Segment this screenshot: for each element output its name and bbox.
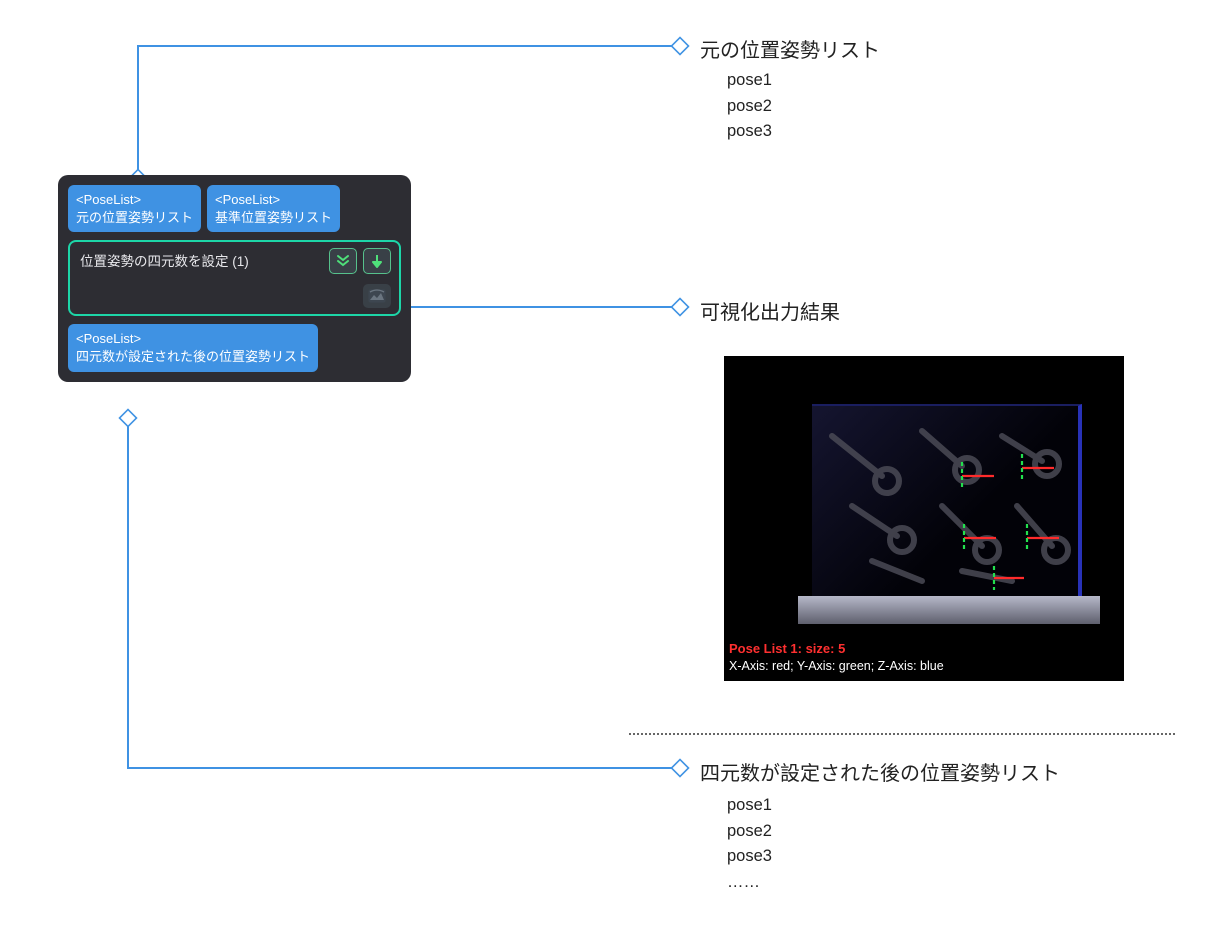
callout-original-title: 元の位置姿勢リスト (700, 34, 880, 63)
viz-scene (812, 404, 1082, 596)
viz-objects-icon (812, 406, 1082, 598)
image-preview-icon (368, 289, 386, 303)
list-item: pose3 (727, 844, 772, 870)
callout-output-list: pose1 pose2 pose3 …… (727, 793, 772, 895)
step-action-buttons (329, 248, 391, 274)
port-type-label: <PoseList> (215, 191, 332, 209)
list-item: pose2 (727, 819, 772, 845)
list-item: pose1 (727, 793, 772, 819)
run-button[interactable] (363, 248, 391, 274)
list-item: pose2 (727, 94, 772, 120)
step-node-panel: <PoseList> 元の位置姿勢リスト <PoseList> 基準位置姿勢リス… (58, 175, 411, 382)
output-port[interactable]: <PoseList> 四元数が設定された後の位置姿勢リスト (68, 324, 318, 372)
callout-output-title: 四元数が設定された後の位置姿勢リスト (700, 757, 1060, 786)
divider (629, 733, 1175, 735)
step-body[interactable]: 位置姿勢の四元数を設定 (1) (68, 240, 401, 316)
viz-axis-info: X-Axis: red; Y-Axis: green; Z-Axis: blue (729, 659, 944, 673)
input-port-reference[interactable]: <PoseList> 基準位置姿勢リスト (207, 185, 340, 232)
callout-original-list: pose1 pose2 pose3 (727, 68, 772, 145)
list-item: pose1 (727, 68, 772, 94)
port-label: 元の位置姿勢リスト (76, 209, 193, 227)
arrow-down-icon (371, 254, 383, 268)
callout-visual-title: 可視化出力結果 (700, 296, 840, 325)
port-label: 基準位置姿勢リスト (215, 209, 332, 227)
port-type-label: <PoseList> (76, 191, 193, 209)
visualization-panel: Pose List 1: size: 5 X-Axis: red; Y-Axis… (724, 356, 1124, 681)
visualize-button[interactable] (363, 284, 391, 308)
list-item: pose3 (727, 119, 772, 145)
expand-button[interactable] (329, 248, 357, 274)
viz-platform (798, 596, 1100, 624)
port-type-label: <PoseList> (76, 330, 310, 348)
viz-pose-info: Pose List 1: size: 5 (729, 641, 845, 656)
double-chevron-down-icon (336, 254, 350, 268)
input-port-original[interactable]: <PoseList> 元の位置姿勢リスト (68, 185, 201, 232)
port-label: 四元数が設定された後の位置姿勢リスト (76, 348, 310, 366)
input-ports-row: <PoseList> 元の位置姿勢リスト <PoseList> 基準位置姿勢リス… (68, 185, 401, 232)
list-item: …… (727, 870, 772, 896)
